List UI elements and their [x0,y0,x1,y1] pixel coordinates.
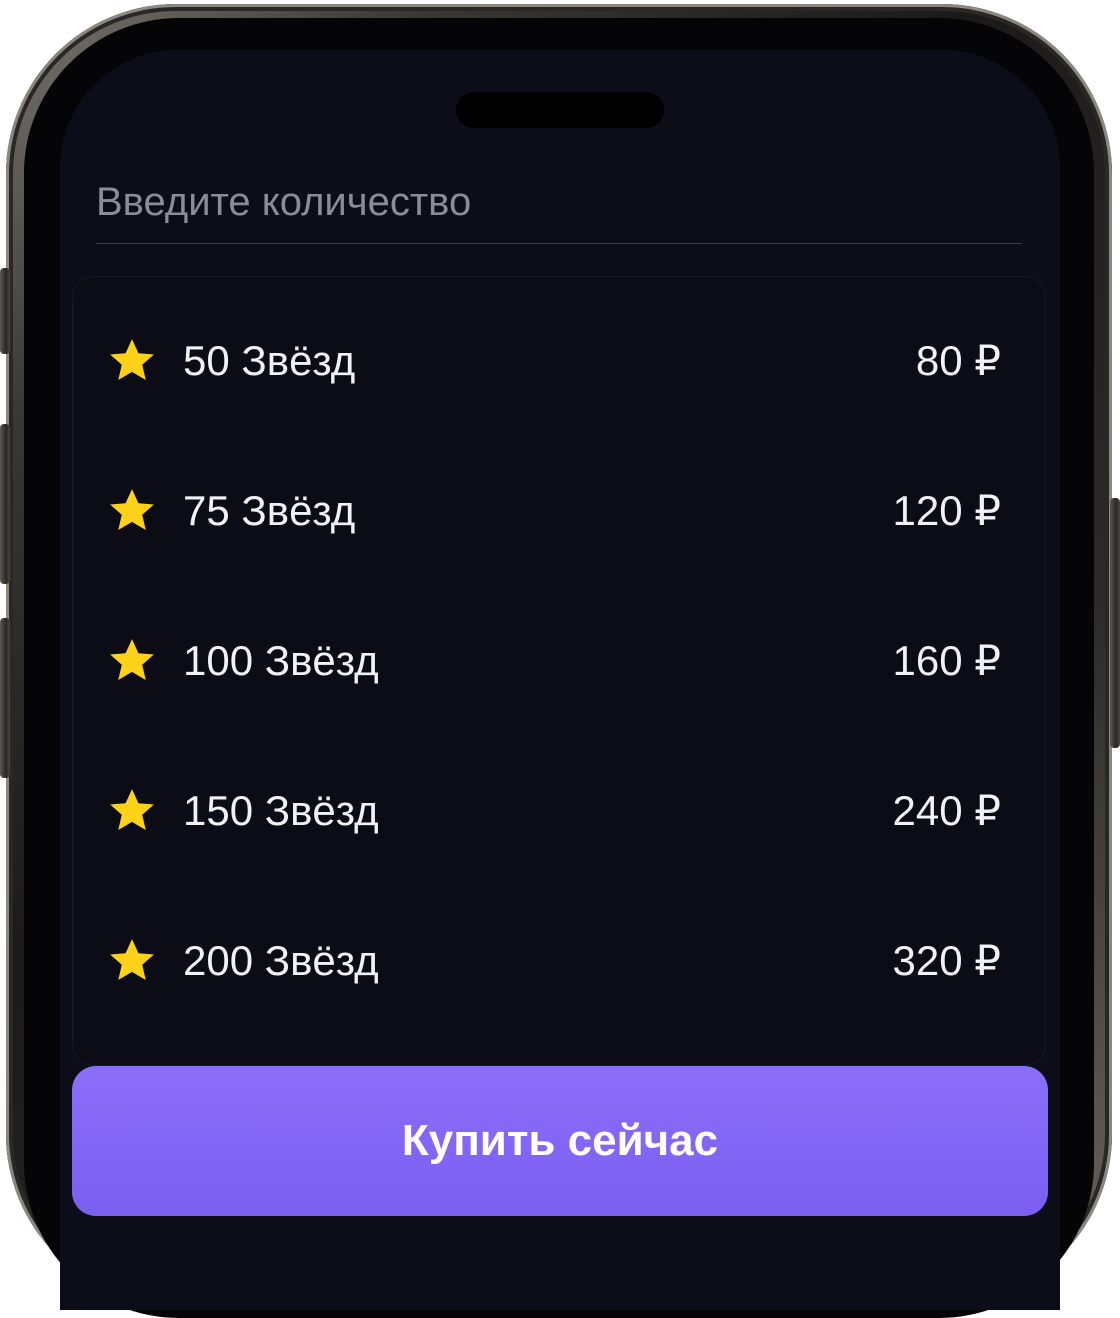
star-icon [110,939,154,980]
option-row-200[interactable]: 200 Звёзд 320 ₽ [73,906,1045,1016]
option-price: 160 ₽ [892,637,1001,684]
volume-down-button [0,618,10,778]
option-row-100[interactable]: 100 Звёзд 160 ₽ [73,606,1045,716]
option-label: 75 Звёзд [183,487,356,534]
star-icon [110,789,154,830]
volume-up-button [0,424,10,584]
option-label: 50 Звёзд [183,337,356,384]
star-icon [110,489,154,530]
option-label: 100 Звёзд [183,637,379,684]
star-options-list: 50 Звёзд 80 ₽ 75 Звёзд 120 ₽ 100 Звёзд 1… [72,276,1046,1066]
option-row-50[interactable]: 50 Звёзд 80 ₽ [73,306,1045,416]
option-price: 80 ₽ [915,337,1001,384]
star-icon [110,639,154,680]
quantity-input[interactable] [96,162,1022,244]
option-price: 120 ₽ [892,487,1001,534]
dynamic-island [456,92,664,128]
power-button [1110,498,1120,748]
phone-screen: 50 Звёзд 80 ₽ 75 Звёзд 120 ₽ 100 Звёзд 1… [60,50,1060,1310]
silent-switch [0,268,10,354]
buy-now-button[interactable]: Купить сейчас [72,1066,1048,1216]
star-icon [110,339,154,380]
option-price: 240 ₽ [892,787,1001,834]
option-label: 200 Звёзд [183,937,379,984]
option-row-75[interactable]: 75 Звёзд 120 ₽ [73,456,1045,566]
option-row-150[interactable]: 150 Звёзд 240 ₽ [73,756,1045,866]
option-label: 150 Звёзд [183,787,379,834]
option-price: 320 ₽ [892,937,1001,984]
